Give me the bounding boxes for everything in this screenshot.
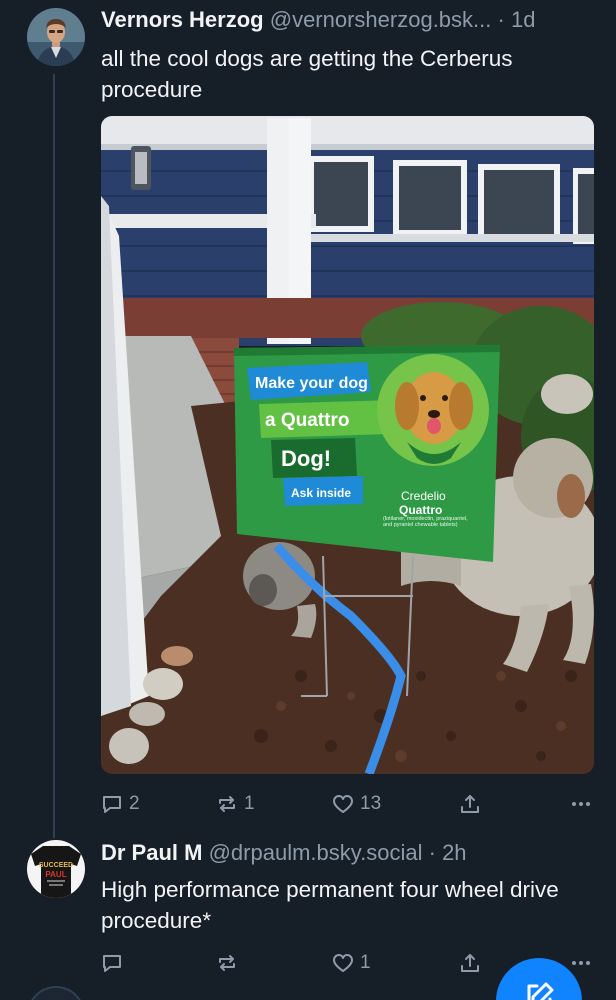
post-header: Vernors Herzog @vernorsherzog.bsk... · 1…: [101, 6, 600, 34]
separator-dot: ·: [497, 7, 505, 32]
post-header: Dr Paul M @drpaulm.bsky.social · 2h: [101, 839, 600, 867]
sign-line1: Make your dog: [255, 375, 368, 392]
sign-brand-small: (lotilaner, moxidectin, praziquantel, an…: [383, 516, 468, 528]
author-handle[interactable]: @vernorsherzog.bsk...: [270, 7, 492, 32]
avatar-shirt-name: PAUL: [45, 870, 66, 879]
author-handle[interactable]: @drpaulm.bsky.social: [209, 840, 423, 865]
post-vernors[interactable]: Vernors Herzog @vernorsherzog.bsk... · 1…: [0, 0, 616, 836]
sign-brand2: Quattro: [399, 503, 442, 517]
repost-icon: [219, 955, 235, 971]
more-options-button[interactable]: [570, 948, 592, 978]
more-icon: [572, 802, 590, 806]
post-image[interactable]: Make your dog a Quattro Dog! Ask inside …: [101, 116, 594, 774]
sign-line3: Dog!: [281, 446, 331, 471]
repost-count: 1: [244, 793, 255, 814]
like-button[interactable]: 1: [332, 948, 371, 978]
more-icon: [572, 961, 590, 965]
separator-dot: ·: [428, 840, 436, 865]
repost-button[interactable]: 1: [216, 789, 255, 819]
author-name[interactable]: Vernors Herzog: [101, 7, 264, 32]
compose-icon: [527, 982, 554, 1000]
share-icon: [461, 954, 479, 972]
post-text: all the cool dogs are getting the Cerber…: [101, 46, 513, 102]
reply-icon: [103, 955, 121, 972]
like-button[interactable]: 13: [332, 789, 381, 819]
avatar[interactable]: [27, 8, 85, 66]
like-icon: [333, 795, 353, 813]
sign-brand1: Credelio: [401, 489, 446, 503]
avatar-shirt-text: SUCCEED: [39, 862, 73, 869]
more-options-button[interactable]: [570, 789, 592, 819]
like-count: 13: [360, 793, 382, 814]
share-button[interactable]: [459, 789, 481, 819]
post-text: High performance permanent four wheel dr…: [101, 877, 559, 933]
share-icon: [461, 795, 479, 813]
sign-cta: Ask inside: [291, 486, 351, 500]
author-name[interactable]: Dr Paul M: [101, 840, 202, 865]
reply-button[interactable]: 2: [101, 789, 140, 819]
reply-count: 2: [129, 793, 140, 814]
repost-button[interactable]: [216, 948, 244, 978]
share-button[interactable]: [459, 948, 481, 978]
like-count: 1: [360, 952, 371, 973]
post-timestamp[interactable]: 2h: [442, 840, 466, 865]
repost-icon: [219, 796, 235, 812]
sign-line2: a Quattro: [265, 410, 349, 431]
post-actions: 2 1 13: [101, 789, 602, 819]
reply-icon: [103, 796, 121, 813]
avatar[interactable]: SUCCEED PAUL: [27, 840, 85, 898]
reply-button[interactable]: [101, 948, 129, 978]
like-icon: [333, 954, 353, 972]
post-timestamp[interactable]: 1d: [511, 7, 535, 32]
